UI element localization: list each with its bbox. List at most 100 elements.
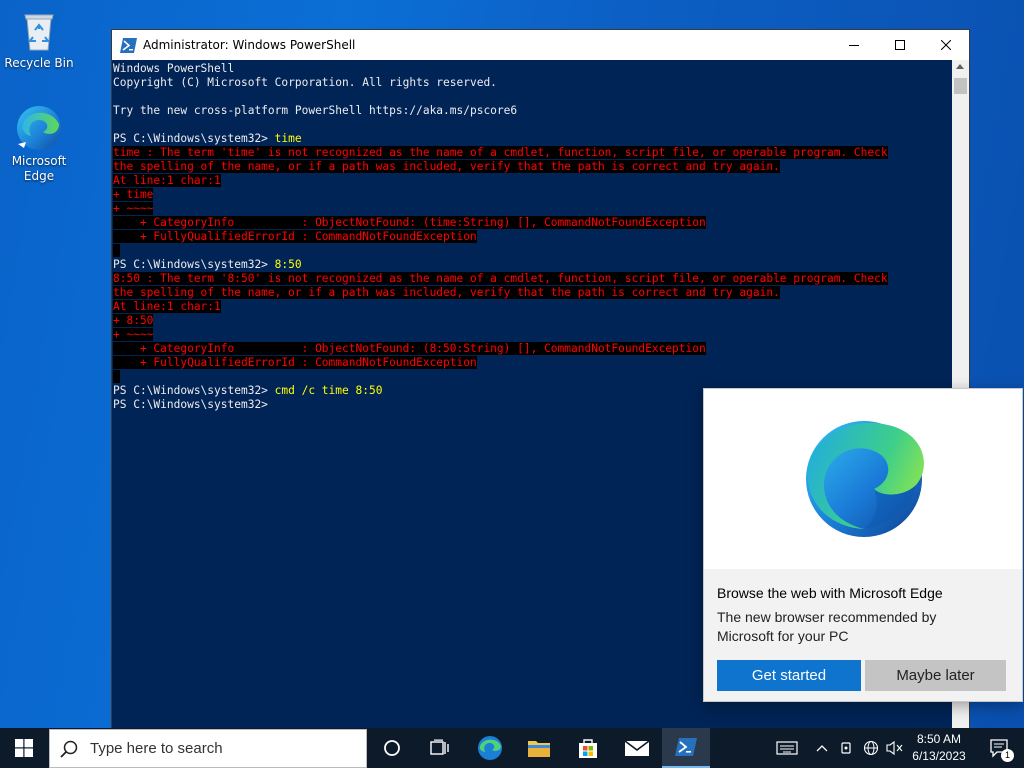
tray-device-button[interactable] <box>836 728 856 768</box>
console-line <box>113 370 953 384</box>
search-input[interactable]: Type here to search <box>49 729 367 768</box>
device-icon <box>841 742 851 754</box>
maximize-button[interactable] <box>877 30 923 60</box>
popup-hero <box>704 389 1022 569</box>
task-view-icon <box>430 739 449 755</box>
console-line: the spelling of the name, or if a path w… <box>113 160 953 174</box>
get-started-button[interactable]: Get started <box>717 660 861 691</box>
edge-logo-icon <box>806 421 924 537</box>
window-title: Administrator: Windows PowerShell <box>143 38 356 52</box>
console-line: + time <box>113 188 953 202</box>
console-error-text: + FullyQualifiedErrorId : CommandNotFoun… <box>113 230 477 243</box>
touch-keyboard-button[interactable] <box>772 728 802 768</box>
speaker-muted-icon <box>886 740 903 756</box>
taskbar-powershell-button[interactable] <box>662 728 710 768</box>
clock[interactable]: 8:50 AM 6/13/2023 <box>906 731 972 765</box>
desktop-icon-label: Microsoft Edge <box>11 154 67 183</box>
minimize-button[interactable] <box>831 30 877 60</box>
minimize-icon <box>849 45 859 46</box>
start-button[interactable] <box>0 728 48 768</box>
console-line: time : The term 'time' is not recognized… <box>113 146 953 160</box>
console-error-text: the spelling of the name, or if a path w… <box>113 286 780 299</box>
volume-button[interactable] <box>884 728 906 768</box>
console-line: + FullyQualifiedErrorId : CommandNotFoun… <box>113 356 953 370</box>
keyboard-icon <box>776 741 798 755</box>
console-line <box>113 244 953 258</box>
search-placeholder: Type here to search <box>90 740 223 757</box>
console-error-text: + ~~~~ <box>113 202 154 215</box>
powershell-icon <box>675 738 697 756</box>
console-line: At line:1 char:1 <box>113 300 953 314</box>
console-line: 8:50 : The term '8:50' is not recognized… <box>113 272 953 286</box>
console-line: Try the new cross-platform PowerShell ht… <box>113 104 518 117</box>
console-line: At line:1 char:1 <box>113 174 953 188</box>
store-button[interactable] <box>564 728 612 768</box>
console-error-text: + ~~~~ <box>113 328 154 341</box>
console-error-text: + 8:50 <box>113 314 154 327</box>
console-line: Copyright (C) Microsoft Corporation. All… <box>113 76 497 89</box>
maximize-icon <box>895 40 905 50</box>
clock-date: 6/13/2023 <box>912 749 966 763</box>
taskbar-edge-button[interactable] <box>466 728 514 768</box>
notification-badge: 1 <box>1001 749 1014 762</box>
console-error-text: + CategoryInfo : ObjectNotFound: (8:50:S… <box>113 342 706 355</box>
show-hidden-icons-button[interactable] <box>812 728 832 768</box>
popup-body: The new browser recommended by Microsoft… <box>717 609 937 644</box>
network-button[interactable] <box>860 728 882 768</box>
mail-icon <box>625 740 649 756</box>
action-center-button[interactable]: 1 <box>978 728 1022 768</box>
task-view-button[interactable] <box>416 728 464 768</box>
console-line: + ~~~~ <box>113 202 953 216</box>
console-error-text <box>113 370 120 383</box>
popup-heading: Browse the web with Microsoft Edge <box>717 585 943 601</box>
edge-shortcut[interactable]: Microsoft Edge <box>1 104 77 184</box>
console-line: PS C:\Windows\system32> 8:50 <box>113 258 953 272</box>
window-titlebar[interactable]: Administrator: Windows PowerShell <box>112 30 969 60</box>
scroll-up-icon[interactable] <box>956 64 964 69</box>
console-error-text: 8:50 : The term '8:50' is not recognized… <box>113 272 888 285</box>
console-line: Windows PowerShell <box>113 62 235 75</box>
console-error-text: At line:1 char:1 <box>113 300 221 313</box>
console-prompt: PS C:\Windows\system32> <box>113 398 275 411</box>
console-line: + ~~~~ <box>113 328 953 342</box>
recycle-bin-icon <box>15 6 63 54</box>
console-command: 8:50 <box>274 258 302 271</box>
console-error-text: + time <box>113 188 154 201</box>
console-error-text <box>113 244 120 257</box>
console-prompt: PS C:\Windows\system32> <box>113 384 275 397</box>
close-icon <box>941 40 951 50</box>
console-error-text: time : The term 'time' is not recognized… <box>113 146 888 159</box>
file-explorer-icon <box>528 741 550 757</box>
edge-icon <box>15 104 63 152</box>
console-prompt: PS C:\Windows\system32> <box>113 258 275 271</box>
close-button[interactable] <box>923 30 969 60</box>
console-line: + CategoryInfo : ObjectNotFound: (8:50:S… <box>113 342 953 356</box>
edge-icon <box>478 736 502 760</box>
taskbar: Type here to search 8:50 AM 6/13/2023 1 <box>0 728 1024 768</box>
console-error-text: + CategoryInfo : ObjectNotFound: (time:S… <box>113 216 706 229</box>
mail-button[interactable] <box>613 728 661 768</box>
console-error-text: + FullyQualifiedErrorId : CommandNotFoun… <box>113 356 477 369</box>
console-line: + CategoryInfo : ObjectNotFound: (time:S… <box>113 216 953 230</box>
file-explorer-button[interactable] <box>515 728 563 768</box>
edge-promo-popup: Browse the web with Microsoft Edge The n… <box>703 388 1023 702</box>
maybe-later-button[interactable]: Maybe later <box>865 660 1006 691</box>
console-error-text: At line:1 char:1 <box>113 174 221 187</box>
windows-logo-icon <box>15 739 33 757</box>
console-command: cmd /c time 8:50 <box>274 384 383 397</box>
cortana-button[interactable] <box>368 728 416 768</box>
globe-icon <box>863 740 879 756</box>
console-line: + FullyQualifiedErrorId : CommandNotFoun… <box>113 230 953 244</box>
cortana-icon <box>384 740 400 756</box>
scrollbar-thumb[interactable] <box>954 78 967 94</box>
recycle-bin-shortcut[interactable]: Recycle Bin <box>1 6 77 71</box>
chevron-up-icon <box>816 745 828 752</box>
console-error-text: the spelling of the name, or if a path w… <box>113 160 780 173</box>
console-line: the spelling of the name, or if a path w… <box>113 286 953 300</box>
desktop-icon-label: Recycle Bin <box>4 56 74 70</box>
search-icon <box>60 740 78 758</box>
clock-time: 8:50 AM <box>916 732 962 746</box>
console-prompt: PS C:\Windows\system32> <box>113 132 275 145</box>
